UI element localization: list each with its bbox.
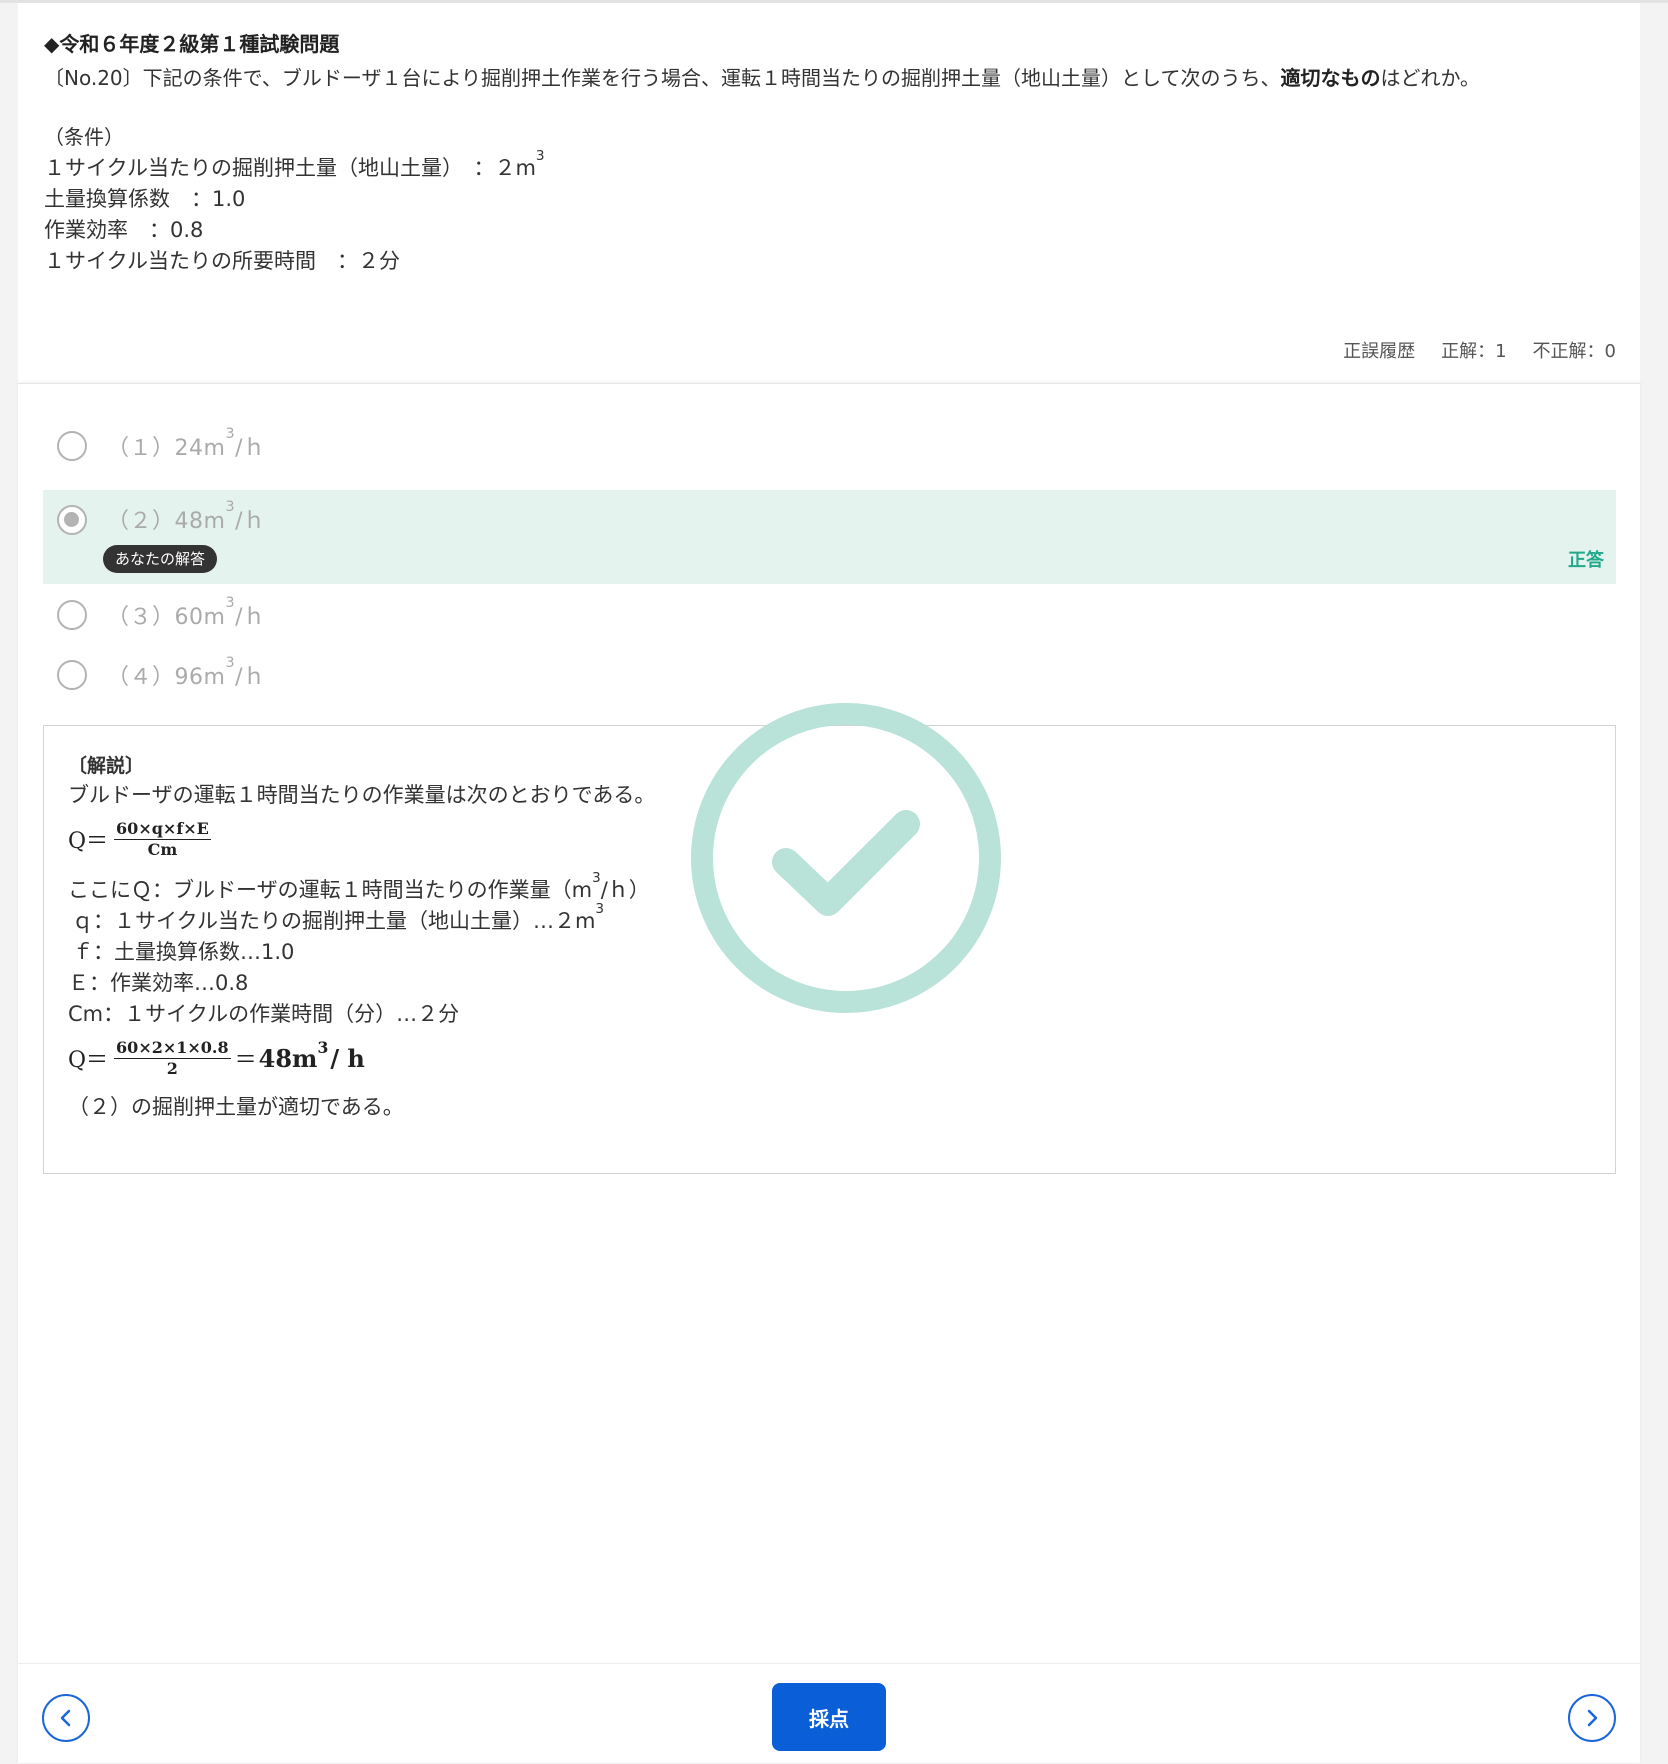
radio-option-4[interactable] [57, 660, 87, 690]
formula2-lhs: Q＝ [68, 1048, 109, 1073]
formula1-numerator: 60×q×f×E [114, 818, 211, 840]
formula1-fraction: 60×q×f×E Cm [114, 818, 211, 859]
condition-cycle-time: １サイクル当たりの所要時間 ：２分 [44, 249, 400, 273]
history-correct-count: 正解：1 [1441, 341, 1507, 362]
explanation-conclusion: （２）の掘削押土量が適切である。 [68, 1095, 404, 1119]
option-1[interactable]: （１）24m3/ｈ [43, 416, 1616, 476]
correct-result-label: 正答 [1568, 550, 1604, 571]
formula2-fraction: 60×2×1×0.8 2 [114, 1037, 231, 1078]
formula1-lhs: Q＝ [68, 829, 109, 854]
formula-calculation: Q＝ 60×2×1×0.8 2 ＝ 48m3 / h [68, 1030, 968, 1086]
condition-cycle-volume: １サイクル当たりの掘削押土量（地山土量） ：２m3 [44, 148, 545, 180]
history-label: 正誤履歴 [1343, 341, 1416, 362]
option-3[interactable]: （３）60m3/ｈ [43, 585, 1616, 645]
correct-check-icon [691, 703, 1001, 1013]
next-button[interactable] [1568, 1694, 1616, 1742]
formula2-equals: ＝ [234, 1048, 257, 1073]
formula2-result: 48m3 [258, 1038, 329, 1073]
option-4-label: （４）96m3/ｈ [107, 655, 266, 690]
grade-button[interactable]: 採点 [772, 1683, 886, 1751]
formula2-numerator: 60×2×1×0.8 [114, 1037, 231, 1059]
radio-option-3[interactable] [57, 600, 87, 630]
history-incorrect-count: 不正解：0 [1532, 341, 1616, 362]
option-1-label: （１）24m3/ｈ [107, 426, 266, 461]
option-2-label: （２）48m3/ｈ [107, 499, 266, 534]
footer-bar: 採点 [18, 1663, 1640, 1763]
option-3-label: （３）60m3/ｈ [107, 595, 266, 630]
your-answer-badge: あなたの解答 [103, 545, 218, 573]
radio-option-2[interactable] [57, 505, 87, 535]
condition-efficiency: 作業効率 ：0.8 [44, 218, 204, 242]
formula2-unit: / h [330, 1043, 365, 1073]
formula2-denominator: 2 [166, 1058, 178, 1078]
question-title: ◆令和６年度２級第１種試験問題 [44, 32, 340, 56]
option-4[interactable]: （４）96m3/ｈ [43, 645, 1616, 705]
question-panel: ◆令和６年度２級第１種試験問題 〔No.20〕下記の条件で、ブルドーザ１台により… [18, 3, 1640, 1763]
radio-option-1[interactable] [57, 431, 87, 461]
formula1-denominator: Cm [147, 839, 178, 859]
question-text: 〔No.20〕下記の条件で、ブルドーザ１台により掘削押土作業を行う場合、運転１時… [44, 66, 1481, 90]
question-section: ◆令和６年度２級第１種試験問題 〔No.20〕下記の条件で、ブルドーザ１台により… [44, 27, 1624, 277]
chevron-left-icon [60, 1709, 71, 1727]
answer-history: 正誤履歴 正解：1 不正解：0 [1343, 337, 1616, 363]
previous-button[interactable] [42, 1694, 90, 1742]
chevron-right-icon [1587, 1709, 1598, 1727]
condition-conversion-factor: 土量換算係数 ：1.0 [44, 187, 246, 211]
conditions-heading: （条件） [44, 125, 124, 149]
option-2[interactable]: （２）48m3/ｈ あなたの解答 正答 [43, 490, 1616, 584]
